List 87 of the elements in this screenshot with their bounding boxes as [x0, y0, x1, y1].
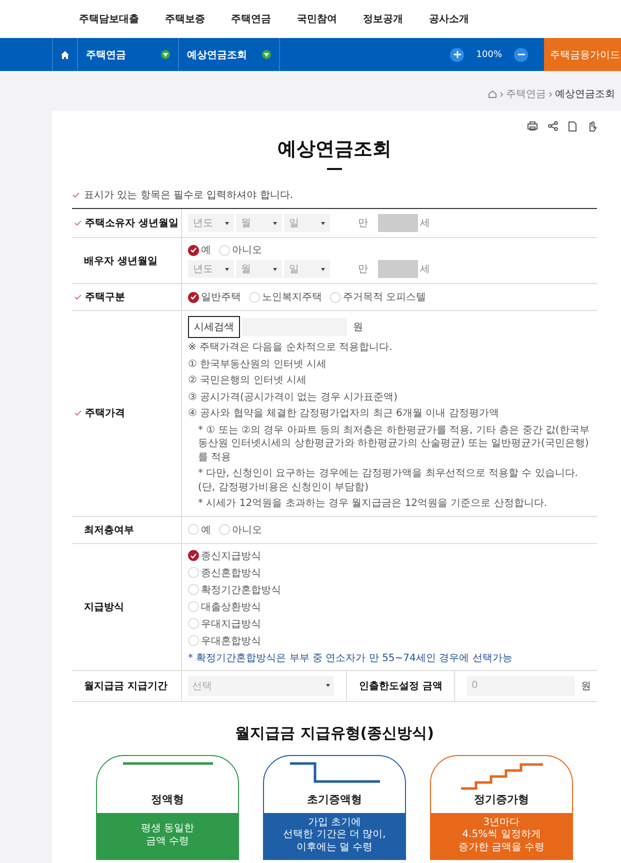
- top-nav-link[interactable]: 주택연금: [231, 12, 271, 26]
- list-item: ② 국민은행의 인터넷 시세: [188, 374, 308, 388]
- unit-label: 원: [353, 321, 363, 334]
- list-item: ① 한국부동산원의 인터넷 시세: [188, 358, 328, 371]
- minus-icon: [518, 51, 524, 58]
- chevron-icon: [500, 92, 503, 96]
- print-icon[interactable]: [527, 121, 538, 131]
- nav-menu[interactable]: 주택연금: [78, 38, 179, 71]
- trend-line-icon: [290, 762, 380, 782]
- check-icon: [190, 247, 197, 253]
- dropdown-icon: [161, 50, 170, 59]
- type-description: 가입 초기에 선택한 기간은 더 많이, 이후에는 덜 수령: [264, 812, 405, 858]
- type-name: 정액형: [151, 792, 184, 806]
- zoom-in-button[interactable]: [450, 48, 464, 62]
- home-button[interactable]: [52, 38, 78, 71]
- caret-icon: [225, 222, 229, 224]
- age-prefix: 만: [358, 217, 368, 230]
- top-nav-link[interactable]: 주택보증: [165, 12, 205, 26]
- age-suffix: 세: [420, 263, 430, 276]
- document-icon[interactable]: [568, 121, 577, 132]
- radio-option[interactable]: 예: [188, 243, 211, 257]
- radio-option[interactable]: 종신혼합방식: [188, 566, 261, 580]
- check-icon: [190, 552, 197, 558]
- age-field: [378, 214, 418, 232]
- chevron-icon: [549, 92, 552, 96]
- field-label: 최저층여부: [84, 524, 134, 536]
- age-field: [378, 260, 418, 278]
- field-label: 지급방식: [84, 600, 124, 614]
- trend-line-icon: [122, 762, 212, 764]
- hand-icon[interactable]: [587, 121, 597, 132]
- top-nav-link[interactable]: 정보공개: [363, 12, 403, 26]
- radio-option[interactable]: 아니오: [219, 243, 262, 257]
- field-label: 배우자 생년월일: [84, 254, 158, 268]
- caret-icon: [326, 684, 330, 687]
- field-label: 주택구분: [85, 291, 125, 304]
- field-label: 주택가격: [85, 407, 125, 420]
- required-note: 표시가 있는 항목은 필수로 입력하셔야 합니다.: [84, 189, 294, 202]
- unit-label: 원: [581, 680, 591, 692]
- note-text: * 확정기간혼합방식은 부부 중 연소자가 만 55~74세인 경우에 선택가능: [188, 652, 514, 664]
- list-item: ④ 공사와 협약을 체결한 감정평가업자의 최근 6개월 이내 감정평가액: [188, 407, 500, 420]
- note-text: * ① 또는 ②의 경우 아파트 등의 최저층은 하한평균가를 적용, 기타 층은 중간 값(한국부동산원 인터넷시세의 상한평균가와 하한평균가의 산술평균) 또는 일반평균가(국민은행)를 적용: [197, 424, 590, 464]
- caret-icon: [273, 222, 277, 224]
- check-icon: [72, 192, 80, 198]
- breadcrumb-link[interactable]: 예상연금조회: [555, 87, 615, 101]
- caret-icon: [273, 268, 277, 270]
- top-nav-link[interactable]: 국민참여: [297, 12, 337, 26]
- caret-icon: [321, 222, 325, 224]
- price-search-button[interactable]: 시세검색: [188, 316, 240, 338]
- home-icon: [61, 50, 69, 58]
- list-item: ③ 공시가격(공시가격이 없는 경우 시가표준액): [188, 390, 398, 404]
- note-text: * 시세가 12억원을 초과하는 경우 월지급금은 12억원을 기준으로 산정합니다.: [197, 497, 548, 510]
- share-icon[interactable]: [548, 121, 558, 131]
- top-nav-link[interactable]: 주택담보대출: [79, 12, 139, 26]
- section-title: 월지급금 지급유형(종신방식): [234, 724, 435, 742]
- radio-option[interactable]: 아니오: [219, 522, 262, 536]
- trend-line-icon: [460, 762, 542, 790]
- note-text: * 다만, 신청인이 요구하는 경우에는 감정평가액을 최우선적으로 적용할 수 있습니다. (단, 감정평가비용은 신청인이 부담함): [197, 467, 579, 494]
- age-suffix: 세: [420, 217, 430, 230]
- zoom-level: 100%: [476, 50, 502, 60]
- check-icon: [190, 294, 197, 300]
- caret-icon: [225, 268, 229, 270]
- dropdown-icon: [262, 50, 271, 59]
- radio-option[interactable]: 예: [188, 522, 211, 536]
- nav-menu[interactable]: 예상연금조회: [179, 38, 280, 71]
- field-label: 월지급금 지급기간: [84, 680, 168, 692]
- intro-text: ※ 주택가격은 다음을 순차적으로 적용합니다.: [188, 341, 394, 354]
- radio-option[interactable]: 대출상환방식: [188, 600, 261, 614]
- top-nav-link[interactable]: 공사소개: [429, 12, 469, 26]
- radio-option[interactable]: 우대혼합방식: [188, 634, 261, 648]
- home-icon: [488, 90, 497, 98]
- radio-option[interactable]: 우대지급방식: [188, 616, 261, 630]
- age-prefix: 만: [358, 263, 368, 276]
- type-name: 초기증액형: [307, 792, 362, 806]
- type-name: 정기증가형: [474, 792, 529, 806]
- radio-option[interactable]: 종신지급방식: [188, 548, 261, 562]
- radio-option[interactable]: 주거목적 오피스텔: [330, 290, 426, 304]
- field-label: 주택소유자 생년월일: [85, 217, 178, 230]
- type-description: 3년마다 4.5%씩 일정하게 증가한 금액을 수령: [431, 812, 572, 858]
- type-description: 평생 동일한 금액 수령: [97, 812, 238, 858]
- field-label: 인출한도설정 금액: [359, 680, 442, 692]
- radio-option[interactable]: 확정기간혼합방식: [188, 582, 281, 596]
- caret-icon: [321, 268, 325, 270]
- radio-option[interactable]: 일반주택: [188, 290, 241, 304]
- plus-icon: [454, 51, 461, 58]
- page-title: 예상연금조회: [276, 137, 392, 162]
- zoom-out-button[interactable]: [514, 48, 528, 62]
- radio-option[interactable]: 노인복지주택: [249, 290, 322, 304]
